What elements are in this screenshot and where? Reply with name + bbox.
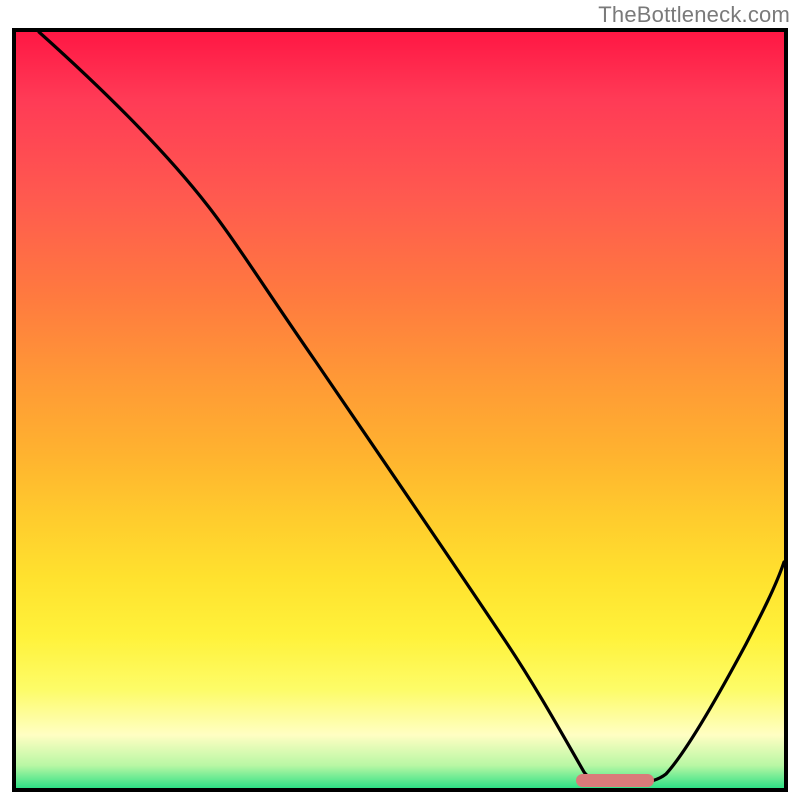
chart-container: TheBottleneck.com	[0, 0, 800, 800]
bottleneck-curve-path	[39, 32, 784, 784]
plot-frame	[12, 28, 788, 792]
plot-area	[16, 32, 784, 788]
optimum-marker	[576, 774, 654, 787]
curve-layer	[16, 32, 784, 788]
watermark-text: TheBottleneck.com	[598, 2, 790, 28]
